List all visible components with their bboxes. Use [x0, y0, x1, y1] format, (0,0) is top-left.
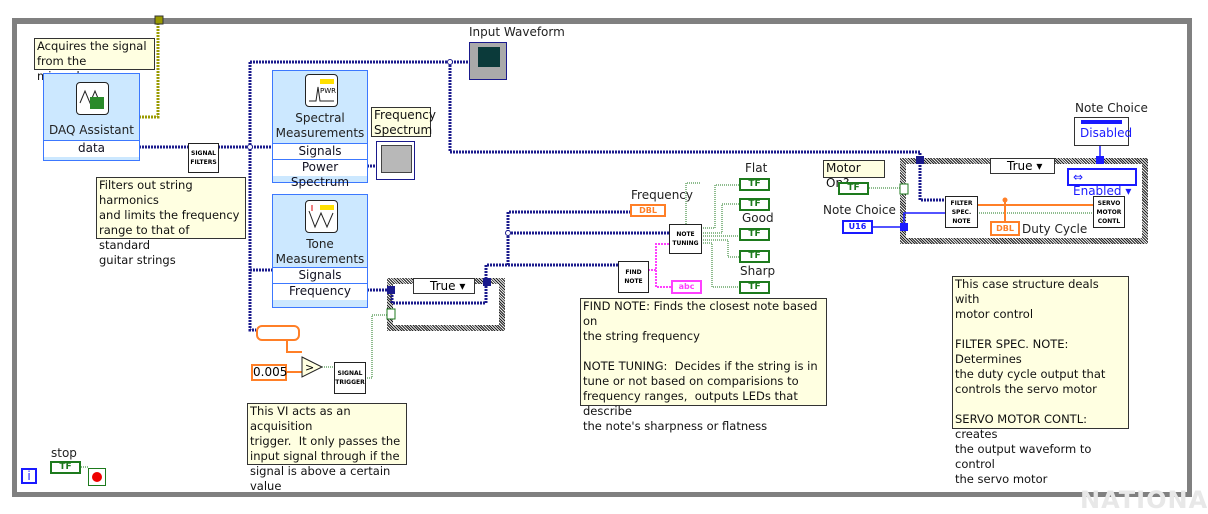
note-choice-label: Note Choice — [823, 203, 896, 217]
stop-control[interactable]: TF — [50, 461, 81, 474]
daq-assistant-title: DAQ Assistant — [49, 123, 134, 137]
note-tuning-subvi[interactable]: NOTE TUNING — [669, 224, 702, 254]
flat-label: Flat — [745, 161, 768, 175]
led-indicator-4[interactable]: TF — [739, 250, 770, 263]
frequency-spectrum-graph[interactable] — [376, 141, 415, 180]
good-label: Good — [742, 211, 774, 225]
daq-assistant-node[interactable]: DAQ Assistant data — [43, 73, 140, 161]
stop-icon — [92, 472, 102, 482]
threshold-constant[interactable]: 0.005 — [251, 364, 287, 381]
iteration-terminal: i — [21, 468, 37, 484]
spectral-signals-terminal[interactable]: Signals — [273, 143, 367, 160]
waveform-graph-icon — [478, 47, 500, 67]
disabled-value: Disabled — [1080, 126, 1133, 140]
motor-on-control[interactable]: TF — [838, 182, 869, 195]
svg-text:PWR: PWR — [320, 87, 336, 95]
comment-motor: This case structure deals with motor con… — [952, 276, 1129, 486]
comment-daq: Acquires the signal from the microphone — [34, 38, 155, 83]
wire-motor — [448, 62, 922, 162]
sharp-led-indicator[interactable]: TF — [739, 281, 770, 294]
find-note-subvi[interactable]: FIND NOTE — [618, 261, 649, 293]
frequency-label: Frequency — [631, 188, 693, 202]
wires: > — [81, 15, 1104, 468]
comment-filters: Filters out string harmonics and limits … — [96, 177, 246, 267]
note-string-indicator[interactable]: abc — [671, 280, 702, 294]
signal-trigger-subvi[interactable]: SIGNAL TRIGGER — [334, 362, 366, 394]
servo-motor-contl-subvi[interactable]: SERVO MOTOR CONTL — [1093, 196, 1125, 228]
tone-icon — [305, 200, 338, 233]
motor-on-label: Motor On? — [823, 160, 885, 190]
note-choice-top-label: Note Choice — [1075, 101, 1148, 115]
tone-frequency-terminal[interactable]: Frequency — [273, 283, 367, 300]
comment-notes: FIND NOTE: Finds the closest note based … — [580, 298, 827, 433]
graph-icon — [381, 145, 412, 173]
wire-trigger-bool — [365, 314, 389, 379]
tone-signals-terminal[interactable]: Signals — [273, 267, 367, 284]
stop-label: stop — [51, 446, 77, 460]
frequency-spectrum-label: Frequency Spectrum — [371, 107, 436, 137]
tone-title: Tone Measurements — [275, 237, 365, 266]
block-diagram: True ▾ True ▾ > Acquires the signal from… — [0, 0, 1208, 514]
spectral-power-spectrum-terminal[interactable]: Power Spectrum — [273, 159, 367, 189]
filter-spec-note-subvi[interactable]: FILTER SPEC. NOTE — [945, 196, 978, 228]
signal-filters-subvi[interactable]: SIGNAL FILTERS — [188, 143, 219, 173]
ni-watermark-logo: NATIONAL — [1080, 486, 1208, 514]
frequency-indicator[interactable]: DBL — [630, 204, 666, 217]
enabled-value: Enabled — [1073, 184, 1122, 198]
spectral-title: Spectral Measurements — [275, 111, 365, 140]
power-spectrum-icon: PWR — [305, 74, 338, 107]
led-indicator-2[interactable]: TF — [739, 198, 770, 211]
note-choice-enum-control[interactable]: Disabled — [1074, 117, 1133, 146]
daq-data-terminal[interactable]: data — [44, 140, 139, 157]
comment-trigger: This VI acts as an acquisition trigger. … — [247, 403, 407, 493]
flat-led-indicator[interactable]: TF — [739, 178, 770, 191]
enabled-ring-constant[interactable]: ⇔ Enabled ▾ — [1067, 168, 1137, 198]
spectral-measurements-node[interactable]: PWR Spectral Measurements Signals Power … — [272, 70, 368, 189]
daq-icon — [76, 82, 109, 115]
enum-bar-icon — [1081, 120, 1122, 124]
svg-text:>: > — [305, 361, 314, 374]
index-waveform-node[interactable] — [256, 325, 300, 341]
input-waveform-graph[interactable] — [469, 42, 507, 80]
tone-measurements-node[interactable]: Tone Measurements Signals Frequency — [272, 194, 368, 308]
input-waveform-label: Input Waveform — [469, 25, 565, 39]
stop-terminal[interactable] — [88, 468, 106, 486]
duty-cycle-indicator[interactable]: DBL — [990, 221, 1020, 236]
duty-cycle-label: Duty Cycle — [1022, 222, 1088, 236]
wire-trunk — [248, 62, 256, 332]
sharp-label: Sharp — [740, 264, 776, 278]
note-choice-control[interactable]: U16 — [842, 220, 873, 234]
good-led-indicator[interactable]: TF — [739, 228, 770, 241]
